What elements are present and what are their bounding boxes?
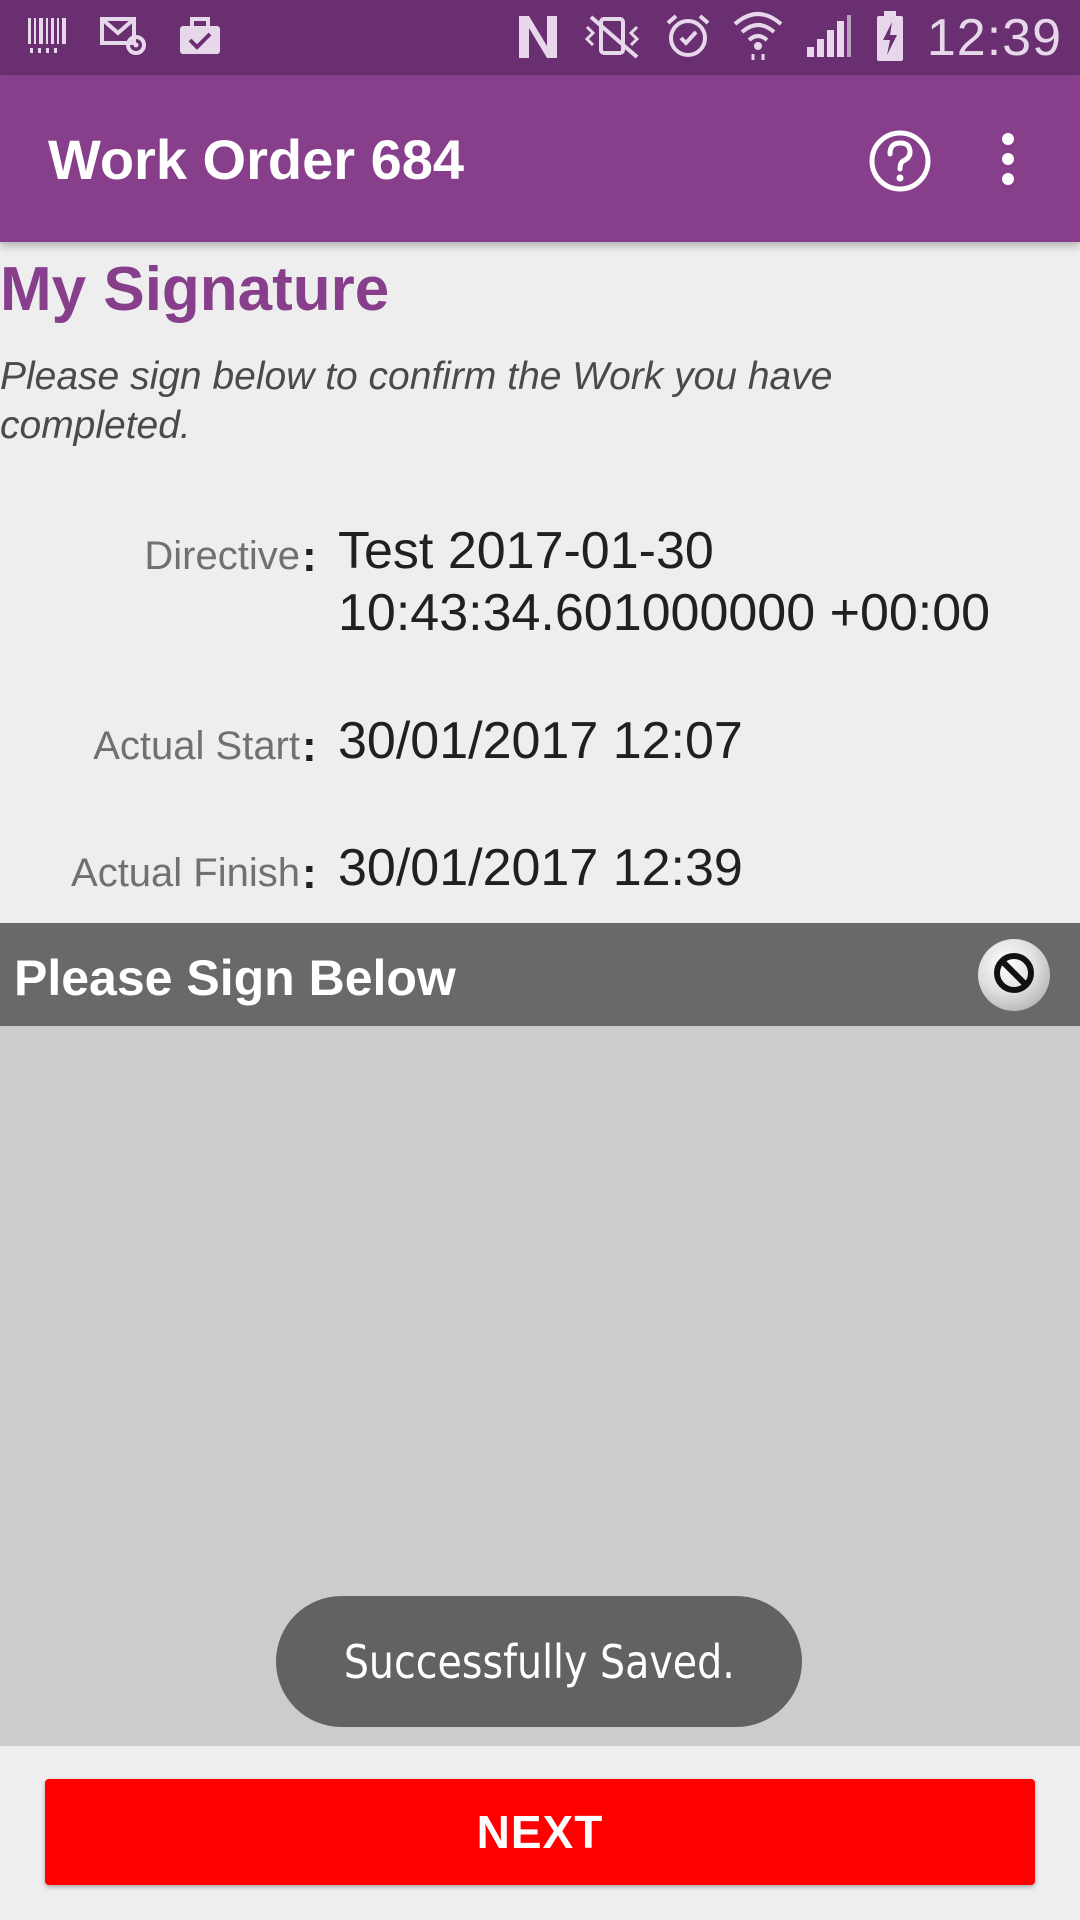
- briefcase-check-icon: [178, 16, 222, 61]
- mail-settings-icon: [100, 15, 148, 62]
- battery-charging-icon: [875, 9, 905, 68]
- help-button[interactable]: [868, 129, 932, 193]
- cell-signal-icon: [805, 13, 853, 64]
- field-label: Directive: [144, 534, 300, 578]
- instructions-text: Please sign below to confirm the Work yo…: [0, 355, 833, 447]
- app-title: Work Order 684: [48, 128, 465, 191]
- field-value: 30/01/2017 12:07: [338, 712, 743, 770]
- signature-header-title: Please Sign Below: [14, 950, 456, 1006]
- status-bar-system: 12:39: [515, 8, 1062, 68]
- field-value: 30/01/2017 12:39: [338, 839, 743, 897]
- vibrate-mute-icon: [583, 13, 643, 64]
- status-bar: 12:39: [0, 0, 1080, 75]
- nfc-icon: [515, 10, 561, 67]
- field-label: Actual Finish: [71, 851, 300, 895]
- toast: Successfully Saved.: [276, 1596, 802, 1727]
- status-time: 12:39: [926, 9, 1062, 67]
- field-label: Actual Start: [93, 724, 300, 768]
- clear-signature-icon: [990, 949, 1038, 1002]
- more-vert-icon: [984, 133, 1032, 195]
- field-colon: :: [302, 532, 317, 581]
- overflow-menu-button[interactable]: [984, 127, 1032, 191]
- field-colon: :: [302, 722, 317, 771]
- status-bar-notifications: [26, 14, 222, 62]
- signature-header: Please Sign Below: [0, 923, 1080, 1026]
- next-button[interactable]: NEXT: [45, 1779, 1035, 1885]
- field-value: Test 2017-01-30 10:43:34.601000000 +00:0…: [338, 522, 991, 642]
- wifi-icon: [733, 10, 783, 67]
- field-colon: :: [302, 849, 317, 898]
- clear-signature-button[interactable]: [978, 939, 1050, 1011]
- toast-message: Successfully Saved.: [343, 1634, 735, 1689]
- next-button-label: NEXT: [476, 1806, 604, 1858]
- help-circle-icon: [868, 130, 932, 197]
- app-bar: Work Order 684: [0, 75, 1080, 242]
- section-title: My Signature: [0, 255, 390, 324]
- barcode-icon: [26, 16, 70, 61]
- alarm-icon: [665, 13, 711, 64]
